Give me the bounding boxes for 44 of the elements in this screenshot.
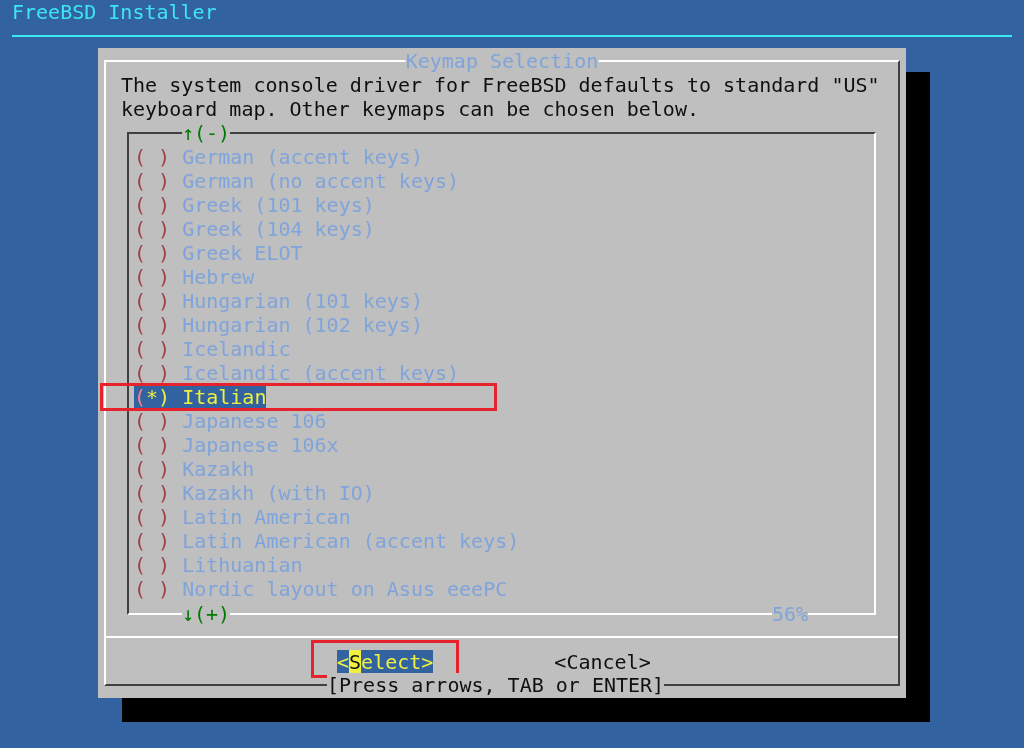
message-text: The system console driver for FreeBSD defaults to standard "US"	[121, 73, 880, 97]
keymap-option[interactable]: ( ) Greek (101 keys)	[134, 193, 375, 217]
radio-empty: ( )	[134, 457, 171, 481]
radio-empty: ( )	[134, 481, 171, 505]
key-hint: [Press arrows, TAB or ENTER]	[327, 673, 665, 697]
radio-empty: ( )	[134, 337, 171, 361]
keymap-option[interactable]: ( ) Hungarian (101 keys)	[134, 289, 423, 313]
keymap-option[interactable]: ( ) Icelandic (accent keys)	[134, 361, 460, 385]
radio-empty: ( )	[134, 409, 171, 433]
radio-empty: ( )	[134, 433, 171, 457]
radio-empty: ( )	[134, 241, 171, 265]
window-title: FreeBSD Installer	[12, 0, 217, 24]
radio-empty: ( )	[134, 145, 171, 169]
keymap-option[interactable]: ( ) German (accent keys)	[134, 145, 423, 169]
radio-empty: ( )	[134, 313, 171, 337]
keymap-option[interactable]: ( ) Japanese 106x	[134, 433, 339, 457]
keymap-option[interactable]: ( ) German (no accent keys)	[134, 169, 460, 193]
keymap-option[interactable]: ( ) Hungarian (102 keys)	[134, 313, 423, 337]
keymap-option[interactable]: ( ) Latin American	[134, 505, 351, 529]
keymap-option[interactable]: (*) Italian	[134, 385, 267, 409]
radio-empty: ( )	[134, 361, 171, 385]
dialog-button[interactable]: <Select>	[337, 650, 434, 674]
keymap-option[interactable]: ( ) Japanese 106	[134, 409, 327, 433]
keymap-option[interactable]: ( ) Greek (104 keys)	[134, 217, 375, 241]
radio-checked: (*)	[134, 385, 171, 409]
keymap-option[interactable]: ( ) Kazakh (with IO)	[134, 481, 375, 505]
radio-empty: ( )	[134, 553, 171, 577]
keymap-option[interactable]: ( ) Greek ELOT	[134, 241, 303, 265]
radio-empty: ( )	[134, 289, 171, 313]
keymap-option[interactable]: ( ) Nordic layout on Asus eeePC	[134, 577, 508, 601]
radio-empty: ( )	[134, 217, 171, 241]
keymap-option[interactable]: ( ) Kazakh	[134, 457, 255, 481]
keymap-option[interactable]: ( ) Latin American (accent keys)	[134, 529, 520, 553]
radio-empty: ( )	[134, 193, 171, 217]
radio-empty: ( )	[134, 529, 171, 553]
dialog-button[interactable]: <Cancel>	[554, 650, 651, 674]
radio-empty: ( )	[134, 577, 171, 601]
keymap-option[interactable]: ( ) Lithuanian	[134, 553, 303, 577]
radio-empty: ( )	[134, 265, 171, 289]
keymap-option[interactable]: ( ) Icelandic	[134, 337, 291, 361]
radio-empty: ( )	[134, 505, 171, 529]
message-text: keyboard map. Other keymaps can be chosen below.	[121, 97, 699, 121]
radio-empty: ( )	[134, 169, 171, 193]
keymap-option[interactable]: ( ) Hebrew	[134, 265, 255, 289]
